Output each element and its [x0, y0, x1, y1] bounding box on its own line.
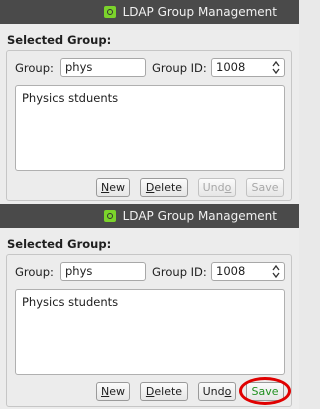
window-after: LDAP Group Management Selected Group: Gr…: [0, 204, 299, 409]
delete-button[interactable]: Delete: [140, 178, 188, 197]
description-textarea[interactable]: Physics students: [15, 289, 285, 375]
titlebar: LDAP Group Management: [0, 204, 299, 228]
undo-button[interactable]: Undo: [198, 382, 236, 401]
description-textarea[interactable]: Physics stduents: [15, 85, 285, 171]
titlebar: LDAP Group Management: [0, 0, 299, 24]
section-title: Selected Group:: [7, 237, 112, 251]
group-id-spinner[interactable]: 1008: [211, 262, 285, 281]
ldap-app-icon: [103, 6, 116, 18]
ldap-app-icon: [103, 210, 116, 222]
group-id-label: Group ID:: [152, 265, 207, 279]
save-button[interactable]: Save: [246, 178, 284, 197]
spinner-arrows-icon[interactable]: [272, 60, 280, 75]
window-title: LDAP Group Management: [122, 5, 277, 19]
window-before: LDAP Group Management Selected Group: Gr…: [0, 0, 299, 204]
new-button[interactable]: New: [96, 382, 130, 401]
group-id-value: 1008: [216, 60, 246, 74]
group-label: Group:: [15, 61, 54, 75]
section-title: Selected Group:: [7, 33, 112, 47]
spinner-arrows-icon[interactable]: [272, 264, 280, 279]
group-id-spinner[interactable]: 1008: [211, 58, 285, 77]
group-id-value: 1008: [216, 264, 246, 278]
save-button[interactable]: Save: [246, 382, 284, 401]
group-label: Group:: [15, 265, 54, 279]
window-title: LDAP Group Management: [122, 209, 277, 223]
new-button[interactable]: New: [96, 178, 130, 197]
group-name-input[interactable]: phys: [60, 58, 146, 77]
group-panel: Group: phys Group ID: 1008 Physics stdue…: [6, 50, 292, 201]
delete-button[interactable]: Delete: [140, 382, 188, 401]
group-panel: Group: phys Group ID: 1008 Physics stude…: [6, 254, 292, 407]
group-id-label: Group ID:: [152, 61, 207, 75]
group-name-input[interactable]: phys: [60, 262, 146, 281]
undo-button[interactable]: Undo: [198, 178, 236, 197]
